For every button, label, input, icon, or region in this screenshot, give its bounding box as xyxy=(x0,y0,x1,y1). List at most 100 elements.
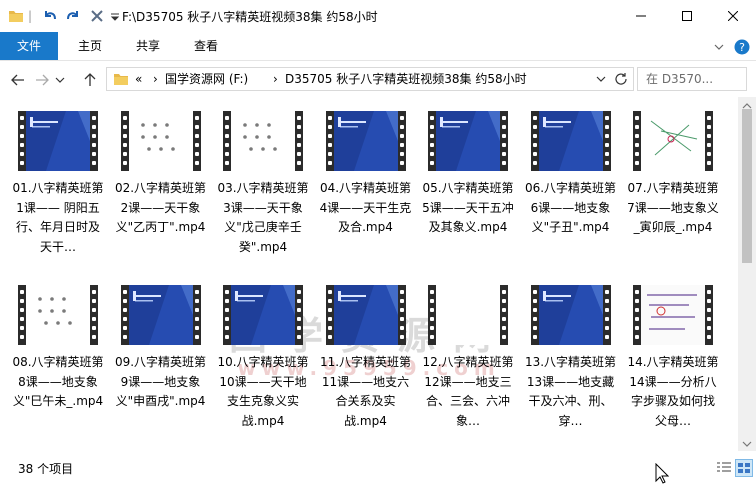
search-placeholder: 在 D3570... xyxy=(646,72,714,86)
film-strip-icon xyxy=(705,285,713,345)
video-thumbnail[interactable] xyxy=(18,111,98,171)
file-item[interactable]: 12.八字精英班第12课——地支三合、三会、六冲象… xyxy=(422,271,514,428)
search-input[interactable]: 在 D3570... xyxy=(637,67,747,91)
thumbnail-image xyxy=(26,285,90,345)
tab-home[interactable]: 主页 xyxy=(64,32,116,60)
svg-text:?: ? xyxy=(739,41,745,54)
scroll-down-icon[interactable] xyxy=(742,437,752,447)
tab-file[interactable]: 文件 xyxy=(0,32,58,60)
refresh-icon[interactable] xyxy=(613,71,629,87)
thumbnail-image xyxy=(641,285,705,345)
chevron-right-icon: › xyxy=(273,72,278,86)
file-name: 03.八字精英班第3课——天干象义"戊己庚辛壬癸".mp4 xyxy=(217,181,309,254)
file-name: 13.八字精英班第13课——地支藏干及六冲、刑、穿… xyxy=(524,355,617,428)
thumbnail-image xyxy=(538,285,603,345)
video-thumbnail[interactable] xyxy=(633,285,713,345)
breadcrumb-drive[interactable]: 国学资源网 (F:) xyxy=(165,71,248,87)
separator-icon: | xyxy=(28,9,33,23)
file-item[interactable]: 09.八字精英班第9课——地支象义"申酉戌".mp4 xyxy=(115,271,207,421)
video-thumbnail[interactable] xyxy=(325,285,406,345)
file-item[interactable]: 07.八字精英班第7课——地支象义_寅卯辰_.mp4 xyxy=(627,97,719,247)
expand-ribbon-icon[interactable] xyxy=(712,40,726,54)
file-item[interactable]: 13.八字精英班第13课——地支藏干及六冲、刑、穿… xyxy=(525,271,617,428)
recent-locations-icon[interactable] xyxy=(54,70,66,90)
film-strip-icon xyxy=(223,285,231,345)
film-strip-icon xyxy=(500,285,508,345)
video-thumbnail[interactable] xyxy=(428,111,508,171)
large-icons-view-icon[interactable] xyxy=(735,459,753,477)
video-thumbnail[interactable] xyxy=(428,285,508,345)
thumbnail-image xyxy=(641,111,705,171)
film-strip-icon xyxy=(428,111,436,171)
video-thumbnail[interactable] xyxy=(223,111,303,171)
status-bar: 38 个项目 xyxy=(0,452,756,498)
breadcrumb-folder[interactable]: D35705 秋子八字精英班视频38集 约58小时 xyxy=(285,71,527,87)
file-item[interactable]: 05.八字精英班第5课——天干五冲及其象义.mp4 xyxy=(422,97,514,247)
up-icon[interactable] xyxy=(80,70,100,90)
video-thumbnail[interactable] xyxy=(633,111,713,171)
thumbnail-image xyxy=(231,285,295,345)
file-list[interactable]: 国学资源网 www.95959.com 01.八字精英班第1课—— 阴阳五行、年… xyxy=(0,97,738,451)
video-thumbnail[interactable] xyxy=(530,111,611,171)
scroll-up-icon[interactable] xyxy=(742,99,752,109)
file-name: 06.八字精英班第6课——地支象义"子丑".mp4 xyxy=(524,181,617,234)
thumbnail-image xyxy=(333,111,398,171)
film-strip-icon xyxy=(633,111,641,171)
video-thumbnail[interactable] xyxy=(120,111,201,171)
close-button[interactable] xyxy=(710,0,756,32)
film-strip-icon xyxy=(530,285,539,345)
file-item[interactable]: 01.八字精英班第1课—— 阴阳五行、年月日时及天干… xyxy=(12,97,104,254)
help-icon[interactable]: ? xyxy=(734,39,750,55)
delete-icon[interactable] xyxy=(89,8,105,26)
video-thumbnail[interactable] xyxy=(120,285,201,345)
film-strip-icon xyxy=(90,111,98,171)
back-icon[interactable] xyxy=(8,70,28,90)
tab-view[interactable]: 查看 xyxy=(180,32,232,60)
details-view-icon[interactable] xyxy=(716,460,732,476)
file-name: 08.八字精英班第8课——地支象义"巳午未_.mp4 xyxy=(12,355,104,408)
folder-icon xyxy=(113,71,129,87)
redo-icon[interactable] xyxy=(65,8,81,26)
file-name: 12.八字精英班第12课——地支三合、三会、六冲象… xyxy=(422,355,514,428)
video-thumbnail[interactable] xyxy=(325,111,406,171)
video-thumbnail[interactable] xyxy=(18,285,98,345)
film-strip-icon xyxy=(602,111,611,171)
chevron-down-icon[interactable] xyxy=(595,71,609,87)
maximize-button[interactable] xyxy=(664,0,710,32)
film-strip-icon xyxy=(397,111,406,171)
file-item[interactable]: 14.八字精英班第14课——分析八字步骤及如何找父母… xyxy=(627,271,719,428)
folder-icon[interactable] xyxy=(8,8,24,26)
breadcrumb-overflow[interactable]: « xyxy=(135,71,142,87)
ribbon-tabs: 文件 主页 共享 查看 ? xyxy=(0,32,756,61)
film-strip-icon xyxy=(325,285,334,345)
file-item[interactable]: 03.八字精英班第3课——天干象义"戊己庚辛壬癸".mp4 xyxy=(217,97,309,254)
film-strip-icon xyxy=(530,111,539,171)
customize-toolbar-icon[interactable] xyxy=(110,8,120,26)
minimize-button[interactable] xyxy=(618,0,664,32)
video-thumbnail[interactable] xyxy=(223,285,303,345)
undo-icon[interactable] xyxy=(42,8,58,26)
thumbnail-image xyxy=(333,285,398,345)
address-bar[interactable]: « › 国学资源网 (F:) › D35705 秋子八字精英班视频38集 约58… xyxy=(106,67,634,91)
file-item[interactable]: 10.八字精英班第10课——天干地支生克象义实战.mp4 xyxy=(217,271,309,428)
file-item[interactable]: 02.八字精英班第2课——天干象义"乙丙丁".mp4 xyxy=(115,97,207,247)
item-count: 38 个项目 xyxy=(18,462,74,476)
film-strip-icon xyxy=(90,285,98,345)
film-strip-icon xyxy=(192,111,201,171)
chevron-right-icon: › xyxy=(153,72,158,86)
file-item[interactable]: 06.八字精英班第6课——地支象义"子丑".mp4 xyxy=(525,97,617,247)
file-name: 04.八字精英班第4课——天干生克及合.mp4 xyxy=(319,181,412,234)
file-item[interactable]: 04.八字精英班第4课——天干生克及合.mp4 xyxy=(320,97,412,247)
film-strip-icon xyxy=(633,285,641,345)
thumbnail-image xyxy=(231,111,295,171)
film-strip-icon xyxy=(120,111,129,171)
vertical-scrollbar[interactable] xyxy=(738,97,756,451)
scrollbar-thumb[interactable] xyxy=(742,109,752,263)
file-item[interactable]: 11.八字精英班第11课——地支六合关系及实战.mp4 xyxy=(320,271,412,428)
forward-icon[interactable] xyxy=(32,70,52,90)
file-name: 07.八字精英班第7课——地支象义_寅卯辰_.mp4 xyxy=(627,181,719,234)
tab-share[interactable]: 共享 xyxy=(122,32,174,60)
video-thumbnail[interactable] xyxy=(530,285,611,345)
file-item[interactable]: 08.八字精英班第8课——地支象义"巳午未_.mp4 xyxy=(12,271,104,421)
film-strip-icon xyxy=(223,111,231,171)
